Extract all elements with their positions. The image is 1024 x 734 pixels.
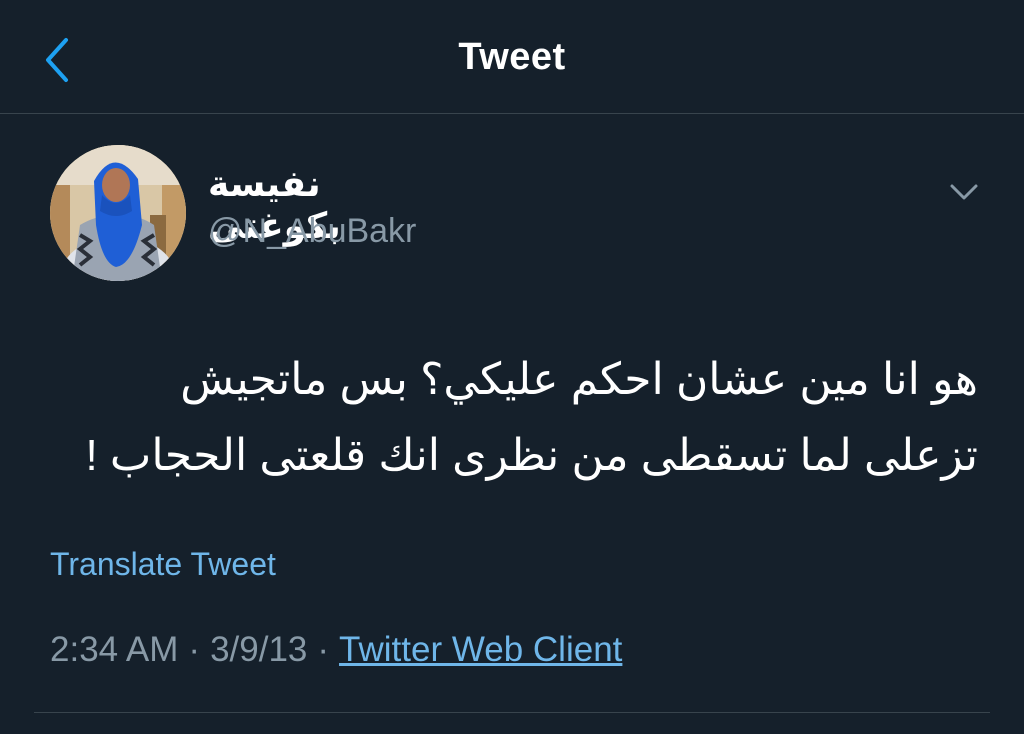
client-link[interactable]: Twitter Web Client xyxy=(339,630,622,669)
separator: · xyxy=(317,630,330,669)
tweet-date: 3/9/13 xyxy=(210,630,308,669)
translate-tweet-link[interactable]: Translate Tweet xyxy=(50,546,276,583)
divider xyxy=(34,712,990,713)
tweet-metadata: 2:34 AM · 3/9/13 · Twitter Web Client xyxy=(50,630,622,670)
top-bar: Tweet xyxy=(0,0,1024,114)
tweet-text: هو انا مين عشان احكم عليكي؟ بس ماتجيش تز… xyxy=(60,342,978,494)
tweet-text-line: هو انا مين عشان احكم عليكي؟ بس ماتجيش xyxy=(180,355,978,404)
user-handle[interactable]: @N_AbuBakr xyxy=(208,212,416,251)
separator: · xyxy=(188,630,201,669)
avatar[interactable] xyxy=(50,145,186,281)
page-title: Tweet xyxy=(458,36,566,78)
tweet-time: 2:34 AM xyxy=(50,630,179,669)
profile-photo xyxy=(50,145,186,281)
tweet-text-line: تزعلى لما تسقطى من نظرى انك قلعتى الحجاب… xyxy=(85,431,978,480)
more-options-button[interactable] xyxy=(944,176,984,206)
chevron-down-icon xyxy=(950,184,978,200)
